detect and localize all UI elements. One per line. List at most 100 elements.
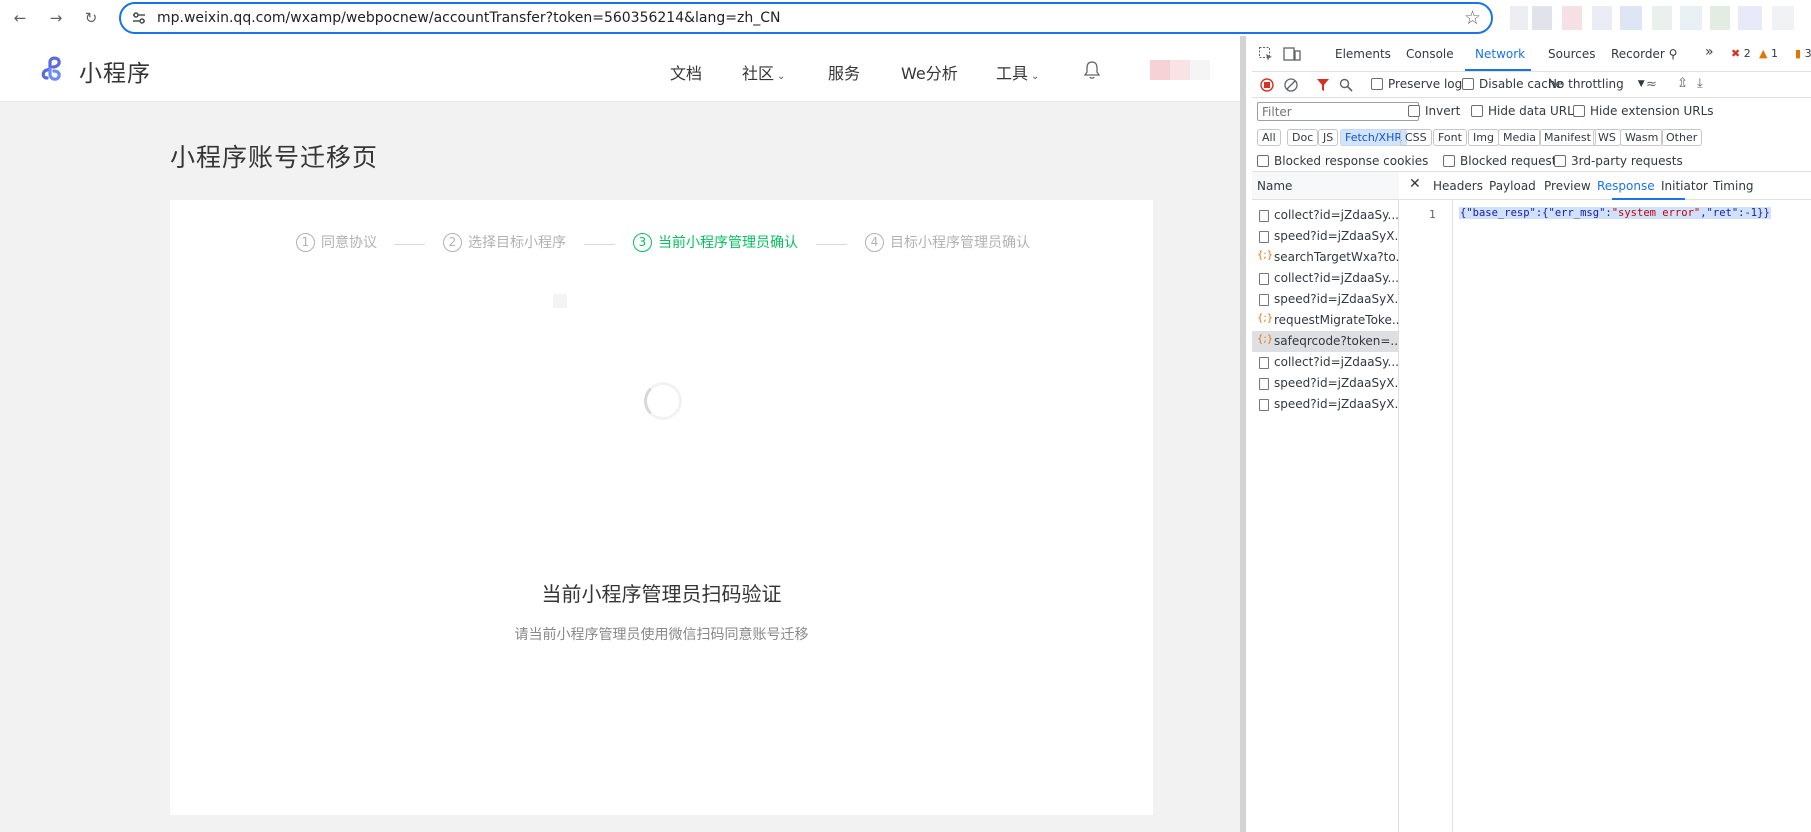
filter-input[interactable] [1257, 102, 1419, 121]
request-row[interactable]: speed?id=jZdaaSyX... [1252, 394, 1399, 415]
checkbox-box [1443, 155, 1455, 167]
checkbox-label: Hide data URLs [1488, 104, 1581, 118]
checkbox-label: 3rd-party requests [1571, 154, 1683, 168]
response-json[interactable]: {"base_resp":{"err_msg":"system error","… [1459, 207, 1771, 219]
error-icon: ✖ [1731, 47, 1741, 60]
bell-icon[interactable] [1082, 60, 1102, 80]
request-name: safeqrcode?token=... [1274, 334, 1399, 348]
type-doc[interactable]: Doc [1287, 129, 1319, 146]
type-img[interactable]: Img [1468, 129, 1499, 146]
avatar[interactable] [1150, 60, 1190, 80]
invert-checkbox[interactable]: Invert [1408, 104, 1460, 118]
step-label: 当前小程序管理员确认 [658, 235, 798, 251]
network-toolbar: Preserve log Disable cache No throttling… [1252, 72, 1811, 98]
checkbox-label: Hide extension URLs [1590, 104, 1714, 118]
more-tabs-icon[interactable]: » [1705, 44, 1714, 60]
tab-preview[interactable]: Preview [1544, 179, 1591, 193]
miniprogram-logo-icon[interactable] [38, 53, 70, 85]
third-party-checkbox[interactable]: 3rd-party requests [1554, 154, 1683, 168]
forward-icon[interactable]: → [46, 8, 66, 28]
type-js[interactable]: JS [1318, 129, 1339, 146]
preserve-log-checkbox[interactable]: Preserve log [1371, 77, 1462, 91]
issues-count[interactable]: ▮ 3 [1795, 47, 1811, 60]
import-har-icon[interactable]: ⇫ [1677, 76, 1688, 91]
tab-initiator[interactable]: Initiator [1661, 179, 1708, 193]
tab-payload[interactable]: Payload [1489, 179, 1536, 193]
checkbox-label: Blocked response cookies [1274, 154, 1429, 168]
type-manifest[interactable]: Manifest [1539, 129, 1596, 146]
tab-sources[interactable]: Sources [1548, 47, 1595, 61]
request-name: speed?id=jZdaaSyX... [1274, 229, 1399, 243]
request-row[interactable]: collect?id=jZdaaSy... [1252, 205, 1399, 226]
tab-elements[interactable]: Elements [1335, 47, 1391, 61]
type-all[interactable]: All [1257, 129, 1281, 146]
search-icon[interactable] [1339, 78, 1353, 92]
type-media[interactable]: Media [1498, 129, 1542, 146]
filter-icon[interactable] [1316, 78, 1330, 92]
type-font[interactable]: Font [1433, 129, 1467, 146]
chevron-down-icon: ⌄ [1031, 71, 1040, 82]
menu-tools[interactable]: 工具 ⌄ [996, 60, 1039, 84]
bookmark-star-icon[interactable]: ☆ [1464, 7, 1481, 29]
type-fetch-xhr[interactable]: Fetch/XHR [1340, 129, 1407, 146]
type-other[interactable]: Other [1661, 129, 1703, 146]
tab-recorder[interactable]: Recorder ⚲ [1611, 47, 1677, 61]
menu-community[interactable]: 社区 ⌄ [742, 60, 785, 84]
clear-icon[interactable] [1284, 78, 1298, 92]
type-ws[interactable]: WS [1593, 129, 1621, 146]
blocked-filters-row: Blocked response cookies Blocked request… [1252, 150, 1811, 172]
hide-data-urls-checkbox[interactable]: Hide data URLs [1471, 104, 1580, 118]
site-settings-icon[interactable] [131, 10, 147, 26]
logo-text[interactable]: 小程序 [79, 54, 151, 88]
tab-response[interactable]: Response [1597, 179, 1655, 193]
record-stop-icon[interactable] [1260, 78, 1274, 92]
requests-panel: Name collect?id=jZdaaSy... speed?id=jZda… [1252, 172, 1811, 832]
hide-extension-urls-checkbox[interactable]: Hide extension URLs [1573, 104, 1714, 118]
step-1: 1 同意协议 [296, 232, 377, 252]
tab-headers[interactable]: Headers [1433, 179, 1483, 193]
document-icon [1259, 357, 1269, 369]
device-toolbar-icon[interactable] [1283, 46, 1301, 62]
request-row[interactable]: speed?id=jZdaaSyX... [1252, 289, 1399, 310]
response-body[interactable]: {"base_resp":{"err_msg":"system error","… [1399, 200, 1811, 832]
menu-we-analytics[interactable]: We分析 [901, 60, 958, 84]
type-wasm[interactable]: Wasm [1620, 129, 1664, 146]
xhr-icon: {;} [1257, 313, 1274, 324]
back-icon[interactable]: ← [10, 8, 30, 28]
step-indicator: 1 同意协议 2 选择目标小程序 3 当前小程序管理员确认 4 目标小程序管理员… [170, 232, 1153, 256]
checkbox-box [1554, 155, 1566, 167]
request-row[interactable]: collect?id=jZdaaSy... [1252, 268, 1399, 289]
blocked-requests-checkbox[interactable]: Blocked requests [1443, 154, 1563, 168]
type-css[interactable]: CSS [1400, 129, 1432, 146]
menu-label: We分析 [901, 64, 958, 83]
extensions-area[interactable] [1510, 6, 1811, 30]
blocked-cookies-checkbox[interactable]: Blocked response cookies [1257, 154, 1428, 168]
request-row-selected[interactable]: {;} safeqrcode?token=... [1252, 331, 1399, 352]
error-count[interactable]: ✖ 2 [1731, 47, 1751, 60]
url-text[interactable]: mp.weixin.qq.com/wxamp/webpocnew/account… [157, 10, 780, 26]
xhr-icon: {;} [1257, 250, 1274, 261]
tab-network[interactable]: Network [1475, 47, 1525, 61]
address-bar[interactable]: mp.weixin.qq.com/wxamp/webpocnew/account… [119, 2, 1493, 34]
network-conditions-icon[interactable]: ≈ [1646, 77, 1657, 92]
menu-services[interactable]: 服务 [828, 60, 860, 84]
request-row[interactable]: {;} requestMigrateToke... [1252, 310, 1399, 331]
request-row[interactable]: collect?id=jZdaaSy... [1252, 352, 1399, 373]
issue-count-value: 3 [1804, 47, 1811, 60]
request-row[interactable]: speed?id=jZdaaSyX... [1252, 226, 1399, 247]
tab-console[interactable]: Console [1406, 47, 1454, 61]
warning-count[interactable]: ▲ 1 [1759, 47, 1778, 60]
warning-count-value: 1 [1770, 47, 1778, 60]
account-name-blurred[interactable] [1190, 60, 1210, 80]
request-name: collect?id=jZdaaSy... [1274, 271, 1399, 285]
tab-timing[interactable]: Timing [1713, 179, 1754, 193]
throttling-select[interactable]: No throttling ▼ [1548, 77, 1645, 91]
request-row[interactable]: {;} searchTargetWxa?to... [1252, 247, 1399, 268]
close-detail-icon[interactable]: ✕ [1409, 176, 1421, 192]
inspect-element-icon[interactable] [1258, 46, 1274, 62]
request-row[interactable]: speed?id=jZdaaSyX... [1252, 373, 1399, 394]
export-har-icon[interactable]: ⤓ [1697, 76, 1703, 91]
reload-icon[interactable]: ↻ [81, 8, 101, 28]
name-column-header[interactable]: Name [1252, 172, 1399, 200]
menu-docs[interactable]: 文档 [670, 60, 702, 84]
